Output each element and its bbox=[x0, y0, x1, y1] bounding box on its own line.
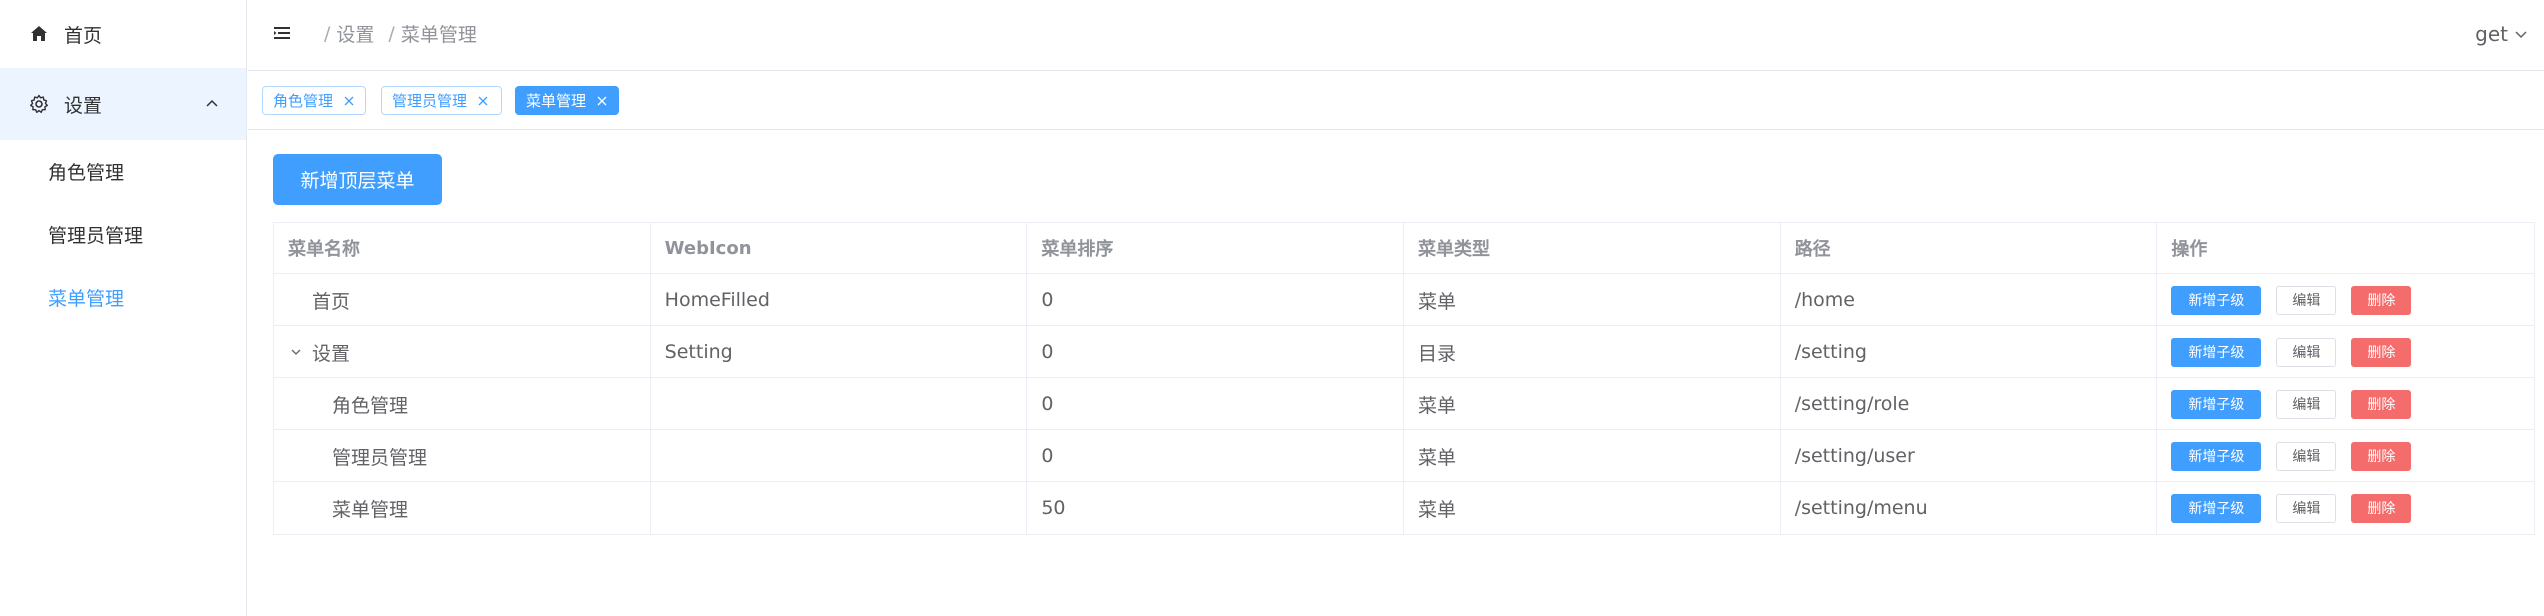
sidebar-item-label: 菜单管理 bbox=[48, 288, 125, 310]
tag-admin-management[interactable]: 管理员管理 bbox=[381, 86, 502, 115]
tag-role-management[interactable]: 角色管理 bbox=[262, 86, 366, 115]
cell-webicon bbox=[651, 482, 1028, 534]
add-child-button[interactable]: 新增子级 bbox=[2171, 493, 2262, 523]
delete-button[interactable]: 删除 bbox=[2351, 389, 2412, 419]
gear-icon bbox=[28, 93, 50, 115]
cell-type: 菜单 bbox=[1404, 378, 1781, 430]
cell-name: 菜单管理 bbox=[274, 482, 651, 534]
cell-type: 菜单 bbox=[1404, 430, 1781, 482]
cell-path: /setting/user bbox=[1781, 430, 2158, 482]
chevron-down-icon bbox=[2514, 27, 2528, 41]
cell-name: 角色管理 bbox=[274, 378, 651, 430]
add-child-button[interactable]: 新增子级 bbox=[2171, 337, 2262, 367]
cell-path: /setting bbox=[1781, 326, 2158, 378]
sidebar-item-menu-management[interactable]: 菜单管理 bbox=[0, 266, 246, 329]
cell-actions: 新增子级 编辑 删除 bbox=[2157, 274, 2534, 326]
sidebar-item-label: 首页 bbox=[64, 24, 103, 47]
cell-actions: 新增子级 编辑 删除 bbox=[2157, 326, 2534, 378]
menu-table: 菜单名称 WebIcon 菜单排序 菜单类型 路径 操作 首页 HomeFill… bbox=[273, 222, 2535, 535]
sidebar-item-admin-management[interactable]: 管理员管理 bbox=[0, 203, 246, 266]
cell-webicon bbox=[651, 430, 1028, 482]
cell-name: 管理员管理 bbox=[274, 430, 651, 482]
home-icon bbox=[28, 23, 50, 45]
table-row: 角色管理 0 菜单 /setting/role 新增子级 编辑 删除 bbox=[274, 378, 2534, 430]
cell-path: /setting/role bbox=[1781, 378, 2158, 430]
add-child-button[interactable]: 新增子级 bbox=[2171, 285, 2262, 315]
cell-name: 设置 bbox=[274, 326, 651, 378]
sidebar-item-settings[interactable]: 设置 bbox=[0, 68, 246, 140]
column-header-path: 路径 bbox=[1781, 223, 2158, 273]
add-child-button[interactable]: 新增子级 bbox=[2171, 389, 2262, 419]
cell-actions: 新增子级 编辑 删除 bbox=[2157, 430, 2534, 482]
cell-type: 目录 bbox=[1404, 326, 1781, 378]
tags-bar: 角色管理 管理员管理 菜单管理 bbox=[248, 71, 2544, 130]
close-icon[interactable] bbox=[343, 95, 355, 107]
breadcrumb-item[interactable]: 设置 bbox=[336, 20, 374, 47]
user-name: get bbox=[2475, 22, 2508, 46]
table-row: 首页 HomeFilled 0 菜单 /home 新增子级 编辑 删除 bbox=[274, 274, 2534, 326]
cell-path: /home bbox=[1781, 274, 2158, 326]
delete-button[interactable]: 删除 bbox=[2351, 337, 2412, 367]
edit-button[interactable]: 编辑 bbox=[2276, 285, 2337, 315]
menu-toggle-icon[interactable] bbox=[273, 24, 293, 44]
sidebar-item-label: 角色管理 bbox=[48, 162, 125, 184]
add-child-button[interactable]: 新增子级 bbox=[2171, 441, 2262, 471]
user-dropdown[interactable]: get bbox=[2475, 22, 2528, 46]
cell-webicon: HomeFilled bbox=[651, 274, 1028, 326]
tag-menu-management[interactable]: 菜单管理 bbox=[515, 86, 619, 115]
edit-button[interactable]: 编辑 bbox=[2276, 493, 2337, 523]
cell-type: 菜单 bbox=[1404, 274, 1781, 326]
table-row: 设置 Setting 0 目录 /setting 新增子级 编辑 删除 bbox=[274, 326, 2534, 378]
tag-label: 菜单管理 bbox=[526, 92, 587, 110]
cell-actions: 新增子级 编辑 删除 bbox=[2157, 378, 2534, 430]
tag-label: 角色管理 bbox=[273, 92, 334, 110]
chevron-down-icon[interactable] bbox=[288, 344, 304, 360]
breadcrumb-item: 菜单管理 bbox=[400, 24, 477, 46]
table-header: 菜单名称 WebIcon 菜单排序 菜单类型 路径 操作 bbox=[274, 223, 2534, 274]
cell-webicon: Setting bbox=[651, 326, 1028, 378]
sidebar-item-role-management[interactable]: 角色管理 bbox=[0, 140, 246, 203]
cell-order: 0 bbox=[1027, 326, 1405, 378]
column-header-order: 菜单排序 bbox=[1027, 223, 1405, 273]
cell-webicon bbox=[651, 378, 1028, 430]
cell-actions: 新增子级 编辑 删除 bbox=[2157, 482, 2534, 534]
breadcrumb: / 设置 / 菜单管理 bbox=[318, 20, 477, 47]
sidebar-item-label: 管理员管理 bbox=[48, 225, 144, 247]
chevron-up-icon[interactable] bbox=[204, 96, 220, 112]
cell-order: 0 bbox=[1027, 378, 1405, 430]
cell-name: 首页 bbox=[274, 274, 651, 326]
delete-button[interactable]: 删除 bbox=[2351, 441, 2412, 471]
sidebar: 首页 设置 角色管理 管理员管理 菜单管理 bbox=[0, 0, 247, 616]
delete-button[interactable]: 删除 bbox=[2351, 493, 2412, 523]
cell-path: /setting/menu bbox=[1781, 482, 2158, 534]
column-header-actions: 操作 bbox=[2171, 239, 2208, 260]
add-top-menu-button[interactable]: 新增顶层菜单 bbox=[273, 154, 442, 205]
column-header-name: 菜单名称 bbox=[274, 223, 651, 273]
table-row: 管理员管理 0 菜单 /setting/user 新增子级 编辑 删除 bbox=[274, 430, 2534, 482]
table-body: 首页 HomeFilled 0 菜单 /home 新增子级 编辑 删除 设置 S… bbox=[274, 274, 2534, 534]
sidebar-item-home[interactable]: 首页 bbox=[0, 0, 246, 68]
delete-button[interactable]: 删除 bbox=[2351, 285, 2412, 315]
close-icon[interactable] bbox=[477, 95, 489, 107]
edit-button[interactable]: 编辑 bbox=[2276, 337, 2337, 367]
header: / 设置 / 菜单管理 get bbox=[248, 0, 2544, 71]
tag-label: 管理员管理 bbox=[392, 92, 468, 110]
cell-type: 菜单 bbox=[1404, 482, 1781, 534]
cell-order: 50 bbox=[1027, 482, 1405, 534]
cell-order: 0 bbox=[1027, 430, 1405, 482]
column-header-webicon: WebIcon bbox=[651, 223, 1028, 273]
table-row: 菜单管理 50 菜单 /setting/menu 新增子级 编辑 删除 bbox=[274, 482, 2534, 534]
sidebar-item-label: 设置 bbox=[64, 94, 103, 117]
edit-button[interactable]: 编辑 bbox=[2276, 441, 2337, 471]
edit-button[interactable]: 编辑 bbox=[2276, 389, 2337, 419]
cell-order: 0 bbox=[1027, 274, 1405, 326]
column-header-type: 菜单类型 bbox=[1404, 223, 1781, 273]
close-icon[interactable] bbox=[596, 95, 608, 107]
